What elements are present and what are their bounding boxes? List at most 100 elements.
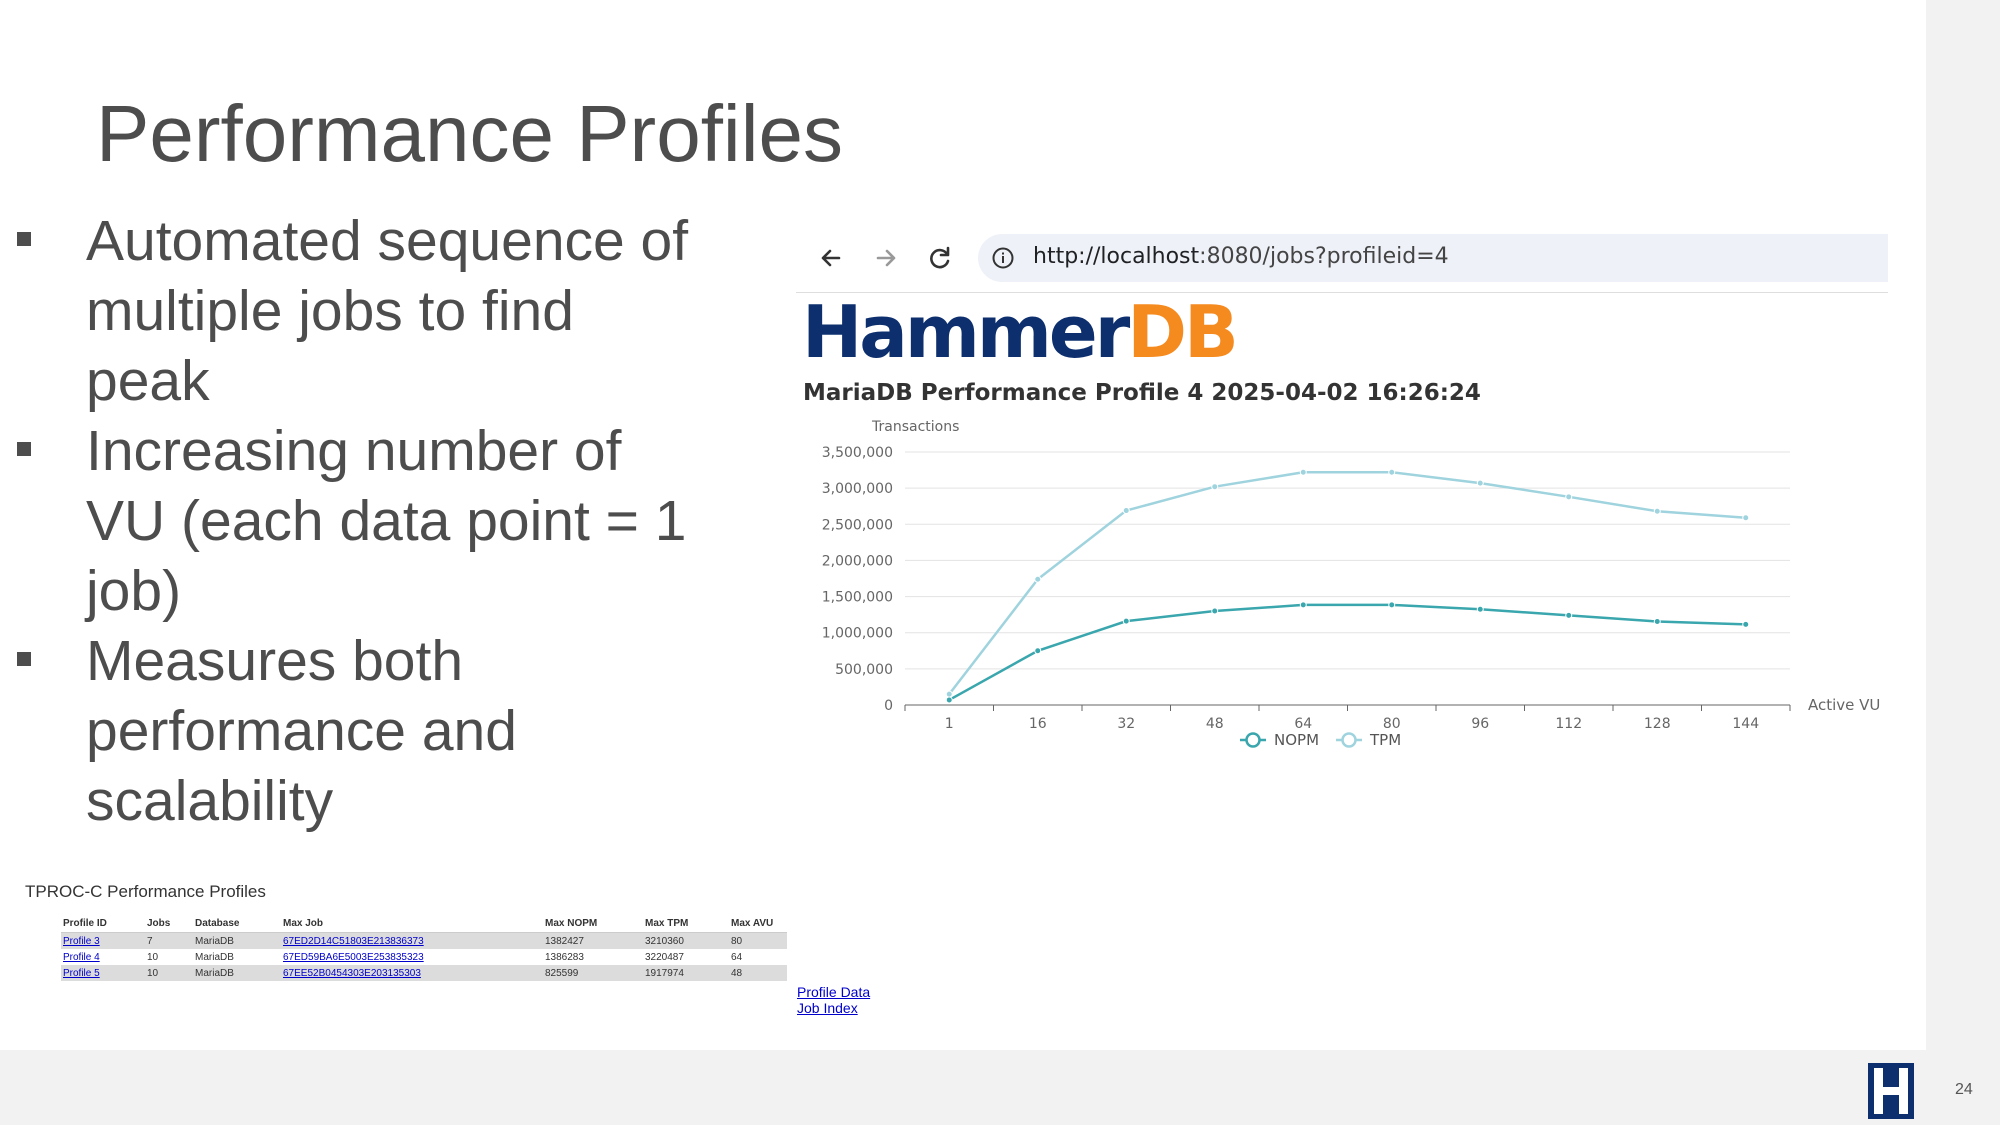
bullet-line: multiple jobs to find — [86, 279, 574, 343]
x-tick-label: 144 — [1732, 716, 1759, 732]
table-cell: 67ED59BA6E5003E253835323 — [281, 949, 543, 965]
column-header: Max AVU — [729, 915, 787, 933]
x-tick-label: 96 — [1471, 716, 1489, 732]
column-header: Max TPM — [643, 915, 729, 933]
data-point-tpm — [1565, 493, 1573, 501]
table-cell: Profile 3 — [61, 932, 145, 949]
x-tick-label: 32 — [1117, 716, 1135, 732]
job-link[interactable]: 67ED2D14C51803E213836373 — [283, 936, 424, 947]
bullet-line: scalability — [86, 769, 334, 833]
column-header: Database — [193, 915, 281, 933]
bullet-item: Measures both performance and scalabilit… — [14, 626, 734, 836]
data-point-nopm — [1476, 605, 1484, 613]
table-row: Profile 5 10 MariaDB 67EE52B0454303E2031… — [61, 965, 787, 981]
data-point-nopm — [1565, 611, 1573, 619]
square-bullet-icon — [17, 442, 31, 456]
bullet-line: peak — [86, 349, 210, 413]
legend-label: TPM — [1369, 731, 1401, 749]
bullet-line: job) — [86, 559, 182, 623]
hammerdb-h-logo-icon — [1868, 1063, 1914, 1119]
profile-link[interactable]: Profile 5 — [63, 968, 100, 979]
y-tick-label: 500,000 — [835, 662, 893, 678]
arrow-left-icon[interactable] — [811, 238, 851, 278]
table-cell: MariaDB — [193, 965, 281, 981]
url-text[interactable]: http://localhost:8080/jobs?profileid=4 — [1033, 244, 1449, 269]
series-line-nopm — [948, 603, 1746, 702]
chart-title: MariaDB Performance Profile 4 2025-04-02… — [803, 380, 1481, 406]
x-axis-label: Active VU — [1808, 696, 1880, 714]
column-header: Max NOPM — [543, 915, 643, 933]
profile-link[interactable]: Profile 4 — [63, 952, 100, 963]
data-point-tpm — [1122, 507, 1130, 515]
bullet-line: Measures both — [86, 629, 464, 693]
square-bullet-icon — [17, 652, 31, 666]
column-header: Profile ID — [61, 915, 145, 933]
data-point-nopm — [1299, 601, 1307, 609]
logo-hammer-text: Hammer — [802, 290, 1130, 374]
legend-label: NOPM — [1274, 731, 1319, 749]
y-axis-label: Transactions — [871, 419, 959, 435]
reload-icon[interactable] — [920, 238, 960, 278]
data-point-tpm — [1742, 514, 1750, 522]
table-cell: Profile 5 — [61, 965, 145, 981]
table-cell: 10 — [147, 951, 159, 963]
profile-data-link[interactable]: Profile Data — [797, 984, 870, 1000]
x-tick-label: 16 — [1029, 716, 1047, 732]
data-point-nopm — [1388, 601, 1396, 609]
bullet-item: Increasing number of VU (each data point… — [14, 416, 734, 626]
x-tick-label: 128 — [1644, 716, 1671, 732]
bullet-item: Automated sequence of multiple jobs to f… — [14, 206, 734, 416]
table-cell: 3210360 — [643, 932, 729, 949]
x-tick-label: 80 — [1383, 716, 1401, 732]
data-point-tpm — [1299, 468, 1307, 476]
hammerdb-logo: HammerDB — [802, 290, 1239, 374]
job-link[interactable]: 67ED59BA6E5003E253835323 — [283, 952, 424, 963]
profile-link[interactable]: Profile 3 — [63, 936, 100, 947]
table-cell: MariaDB — [193, 932, 281, 949]
table-cell: MariaDB — [195, 951, 234, 963]
square-bullet-icon — [17, 232, 31, 246]
y-tick-label: 1,000,000 — [822, 626, 893, 642]
logo-db-text: DB — [1127, 290, 1239, 374]
series-line-tpm — [948, 470, 1746, 695]
data-point-tpm — [1476, 479, 1484, 487]
table-row: Profile 4 10 MariaDB 67ED59BA6E5003E2538… — [61, 949, 787, 965]
data-point-tpm — [1211, 483, 1219, 491]
table-cell: 1386283 — [545, 951, 584, 963]
url-host: http://localhost — [1033, 244, 1200, 269]
url-path: :8080/jobs?profileid=4 — [1199, 244, 1449, 269]
slide-title: Performance Profiles — [96, 89, 843, 178]
bullet-line: VU (each data point = 1 — [86, 489, 687, 553]
y-tick-label: 3,500,000 — [822, 445, 893, 461]
data-point-tpm — [1034, 575, 1042, 583]
x-tick-label: 1 — [945, 716, 954, 732]
data-point-tpm — [945, 690, 953, 698]
y-tick-label: 2,000,000 — [822, 553, 893, 569]
table-cell: 67ED2D14C51803E213836373 — [281, 932, 543, 949]
y-tick-label: 0 — [884, 698, 893, 714]
bullet-line: Automated sequence of — [86, 209, 689, 273]
slide-margin — [1926, 0, 2000, 1125]
bullet-list: Automated sequence of multiple jobs to f… — [14, 206, 734, 836]
column-header: Jobs — [145, 915, 193, 933]
x-tick-label: 64 — [1294, 716, 1312, 732]
table-cell: 7 — [145, 932, 193, 949]
x-tick-label: 112 — [1555, 716, 1582, 732]
table-cell: 80 — [729, 932, 787, 949]
job-link[interactable]: 67EE52B0454303E203135303 — [283, 968, 421, 979]
job-index-link[interactable]: Job Index — [797, 1000, 870, 1016]
legend-marker-nopm — [1245, 732, 1261, 748]
data-point-nopm — [1653, 618, 1661, 626]
data-point-nopm — [1742, 620, 1750, 628]
performance-line-chart: 0 500,000 1,000,000 1,500,000 2,000,000 2,500… — [822, 419, 1881, 749]
table-cell: Profile 4 — [61, 949, 145, 965]
arrow-right-icon[interactable] — [866, 238, 906, 278]
table-cell: 48 — [729, 965, 787, 981]
info-icon[interactable] — [991, 246, 1015, 270]
profiles-table-title: TPROC-C Performance Profiles — [25, 882, 266, 901]
profiles-table: Profile ID Jobs Database Max Job Max NOP… — [61, 915, 787, 981]
data-point-nopm — [1122, 617, 1130, 625]
table-cell: 1382427 — [543, 932, 643, 949]
table-cell: 64 — [731, 951, 743, 963]
footer-links: Profile Data Job Index — [797, 984, 870, 1016]
